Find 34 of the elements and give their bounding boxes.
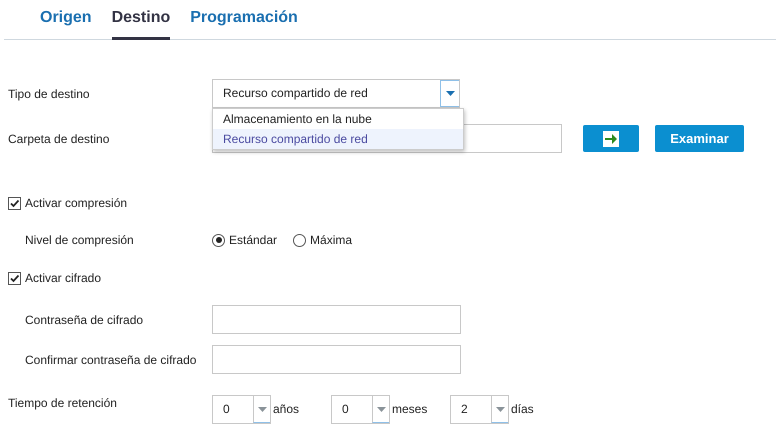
field-label: Contraseña de cifrado xyxy=(24,312,144,326)
caret-icon xyxy=(446,91,454,96)
checkbox-label: Activar compresión xyxy=(25,196,128,210)
confirm-password-field[interactable] xyxy=(212,345,461,374)
radio-label: Máxima xyxy=(310,233,352,247)
caret-icon xyxy=(376,406,386,412)
radio-button[interactable] xyxy=(212,234,225,246)
tab[interactable]: Programación xyxy=(190,0,298,40)
field-label: Tipo de destino xyxy=(7,86,91,100)
caret-icon xyxy=(496,406,504,412)
radio-label: Estándar xyxy=(229,233,278,247)
field-label: Carpeta de destino xyxy=(7,132,110,146)
go-button[interactable] xyxy=(583,125,639,152)
tab[interactable]: Destino xyxy=(112,0,170,40)
checkbox-label: Activar cifrado xyxy=(25,271,102,285)
arrow-right-icon xyxy=(603,130,619,146)
unit-label: meses xyxy=(392,401,428,418)
dropdown-option[interactable]: Recurso compartido de red xyxy=(213,129,463,149)
field-label: Tiempo de retención xyxy=(7,395,118,411)
number-dropdown[interactable]: 0 xyxy=(212,395,271,424)
number-dropdown[interactable]: 0 xyxy=(331,395,390,424)
encryption-checkbox[interactable] xyxy=(8,272,21,284)
caret-icon xyxy=(258,406,266,412)
browse-button[interactable]: Examinar xyxy=(655,125,744,152)
unit-label: años xyxy=(273,401,300,418)
field-label: Nivel de compresión xyxy=(24,233,135,247)
compression-checkbox[interactable] xyxy=(8,196,21,210)
field-label: Confirmar contraseña de cifrado xyxy=(24,352,198,366)
unit-label: días xyxy=(511,401,535,418)
dropdown-option[interactable]: Almacenamiento en la nube xyxy=(213,109,463,129)
tab[interactable]: Origen xyxy=(40,0,92,40)
number-dropdown[interactable]: 2 xyxy=(450,395,509,424)
password-field[interactable] xyxy=(212,305,461,334)
radio-button[interactable] xyxy=(293,234,306,246)
